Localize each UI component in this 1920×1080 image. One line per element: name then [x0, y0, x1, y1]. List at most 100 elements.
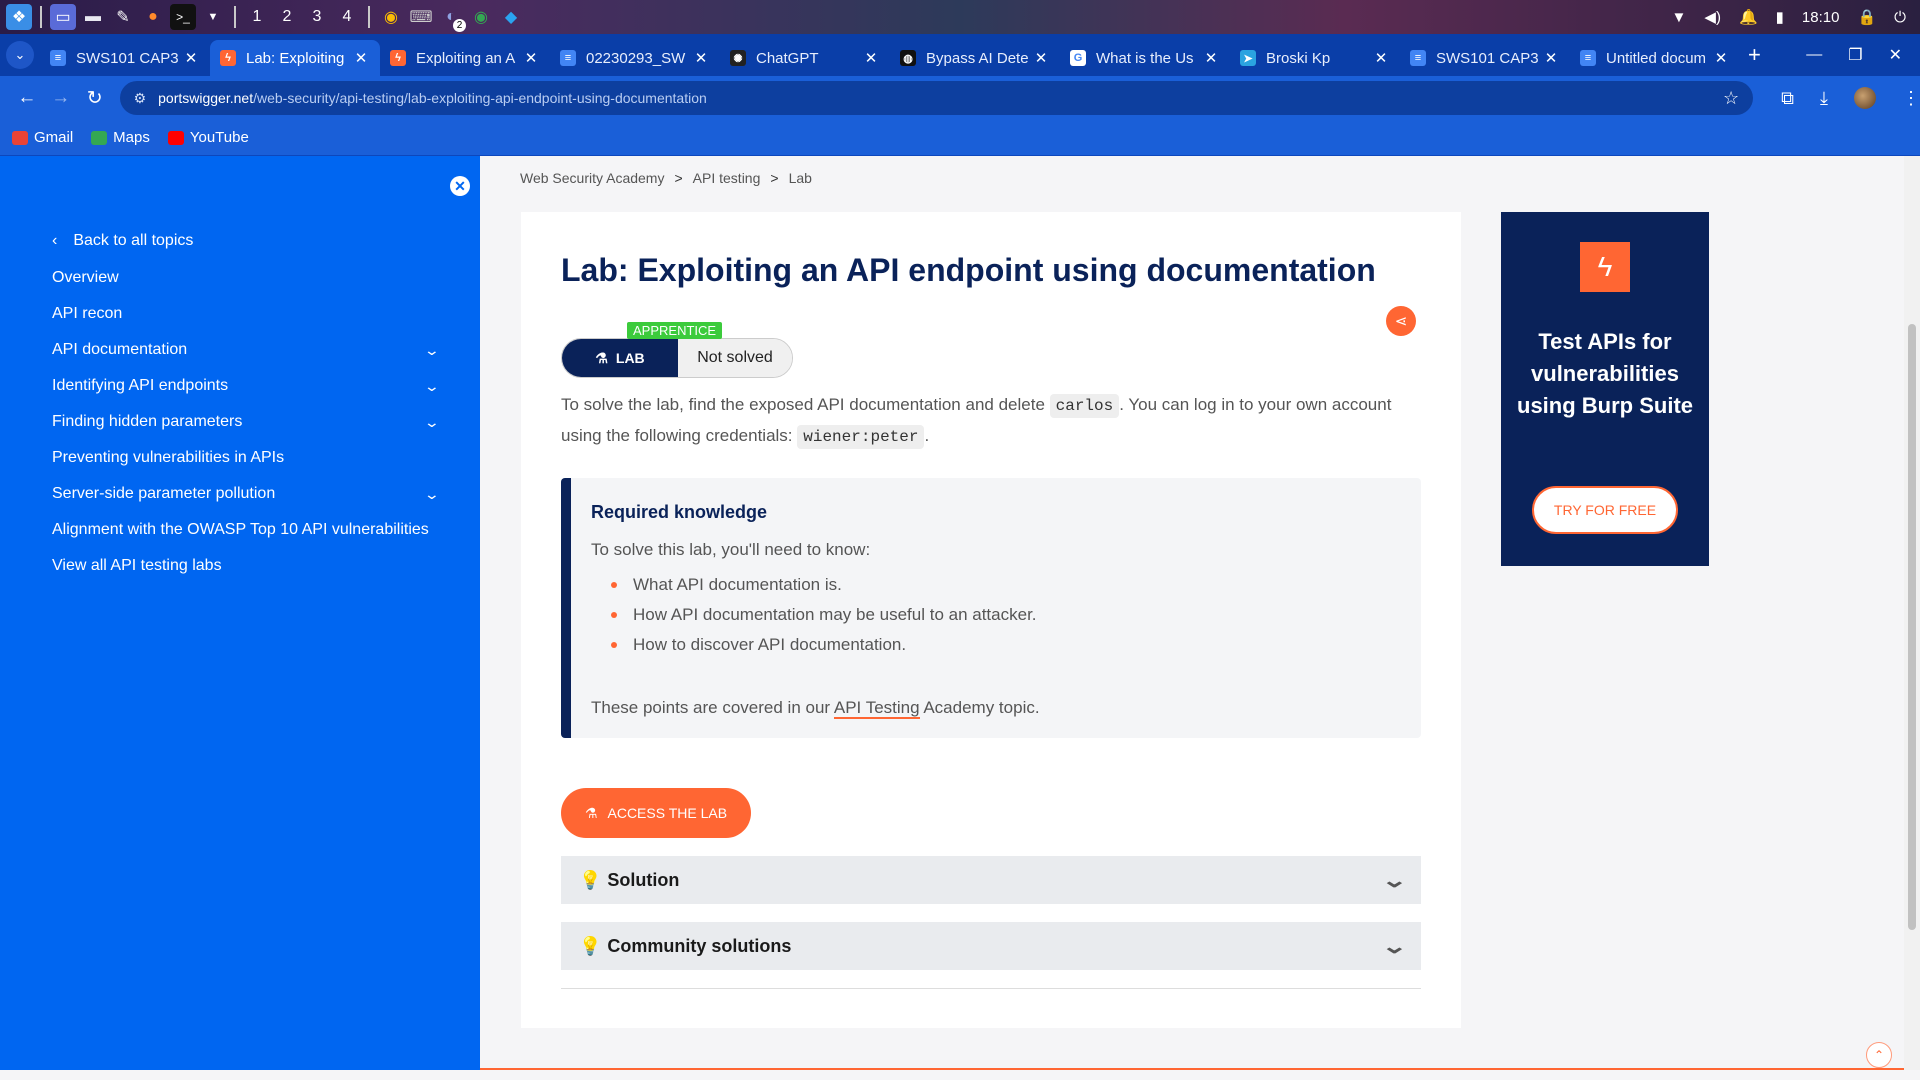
back-to-topics-link[interactable]: ‹ Back to all topics: [52, 232, 193, 250]
sidebar-item-label: Finding hidden parameters: [52, 413, 243, 430]
clock[interactable]: 18:10: [1802, 9, 1840, 26]
browser-tab[interactable]: ϟ Lab: Exploiting ✕: [210, 40, 380, 76]
chevron-down-icon[interactable]: ⌄: [424, 378, 440, 395]
firefox-icon[interactable]: ●: [140, 4, 166, 30]
wifi-icon[interactable]: ▼: [1672, 9, 1687, 26]
forward-arrow-icon[interactable]: →: [44, 81, 78, 115]
page-scrollbar[interactable]: [1904, 156, 1920, 1070]
sidebar-item[interactable]: Overview: [52, 260, 438, 296]
breadcrumb-item[interactable]: API testing: [693, 170, 761, 186]
close-icon[interactable]: ✕: [1032, 49, 1050, 67]
bookmark-maps[interactable]: Maps: [91, 129, 150, 146]
browser-tab[interactable]: ≡ SWS101 CAP3 ✕: [40, 40, 210, 76]
workspace-1[interactable]: 1: [242, 8, 272, 26]
sidebar-item-label: Server-side parameter pollution: [52, 485, 276, 502]
app-launcher-icon[interactable]: ❖: [6, 4, 32, 30]
scrollbar-thumb[interactable]: [1908, 324, 1916, 930]
bookmark-gmail[interactable]: Gmail: [12, 129, 73, 146]
text-editor-icon[interactable]: ✎: [110, 4, 136, 30]
lock-icon[interactable]: 🔒: [1857, 8, 1876, 26]
scroll-to-top-button[interactable]: ⌃: [1866, 1042, 1892, 1068]
star-icon[interactable]: ☆: [1723, 88, 1739, 109]
chevron-down-icon[interactable]: ⌄: [424, 342, 440, 359]
knowledge-footer: These points are covered in our API Test…: [591, 698, 1040, 719]
tab-search-button[interactable]: ⌄: [6, 41, 34, 69]
try-for-free-button[interactable]: TRY FOR FREE: [1532, 486, 1678, 534]
chevron-down-icon[interactable]: ⌄: [424, 486, 440, 503]
bookmark-youtube[interactable]: YouTube: [167, 129, 249, 146]
access-lab-button[interactable]: ⚗ ACCESS THE LAB: [561, 788, 751, 838]
sidebar-item[interactable]: Finding hidden parameters ⌄: [52, 404, 440, 440]
sidebar-item[interactable]: Preventing vulnerabilities in APIs: [52, 440, 438, 476]
api-testing-link[interactable]: API Testing: [833, 698, 920, 719]
chevron-down-icon[interactable]: ▼: [200, 4, 226, 30]
sidebar-item[interactable]: Identifying API endpoints ⌄: [52, 368, 440, 404]
chevron-down-icon[interactable]: ⌄: [424, 414, 440, 431]
close-icon[interactable]: ✕: [1889, 45, 1902, 65]
community-solutions-accordion[interactable]: 💡 Community solutions ⌄: [561, 922, 1421, 970]
close-icon[interactable]: ✕: [1542, 49, 1560, 67]
vscode-icon[interactable]: ◆: [498, 4, 524, 30]
restore-icon[interactable]: ❐: [1848, 45, 1862, 65]
workspace-3[interactable]: 3: [302, 8, 332, 26]
battery-icon[interactable]: ▮: [1776, 8, 1784, 26]
browser-tab[interactable]: ≡ SWS101 CAP3 ✕: [1400, 40, 1570, 76]
workspace-2[interactable]: 2: [272, 8, 302, 26]
browser-tab[interactable]: G What is the Us ✕: [1060, 40, 1230, 76]
sidebar-item-label: Alignment with the OWASP Top 10 API vuln…: [52, 521, 429, 538]
close-icon[interactable]: ✕: [1712, 49, 1730, 67]
sidebar-item[interactable]: Alignment with the OWASP Top 10 API vuln…: [52, 512, 438, 548]
new-tab-button[interactable]: +: [1748, 42, 1761, 68]
close-icon[interactable]: ✕: [522, 49, 540, 67]
file-manager-icon[interactable]: ▬: [80, 4, 106, 30]
terminal-icon[interactable]: >_: [170, 4, 196, 30]
volume-icon[interactable]: ◀): [1704, 8, 1721, 26]
divider: [561, 988, 1421, 989]
bookmark-label: Maps: [113, 129, 150, 146]
menu-kebab-icon[interactable]: ⋮: [1902, 88, 1920, 109]
chrome-icon[interactable]: ◉: [468, 4, 494, 30]
chrome-icon[interactable]: ◉: [378, 4, 404, 30]
site-settings-icon[interactable]: ⚙: [134, 90, 147, 107]
lab-type-badge: ⚗ LAB: [562, 339, 678, 377]
back-arrow-icon[interactable]: ←: [10, 81, 44, 115]
close-icon[interactable]: ✕: [862, 49, 880, 67]
share-icon[interactable]: ⋖: [1386, 306, 1416, 336]
minimize-icon[interactable]: —: [1806, 46, 1822, 64]
breadcrumb-item[interactable]: Lab: [789, 170, 812, 186]
discord-icon[interactable]: ◐ 2: [438, 4, 466, 32]
download-icon[interactable]: ⤓: [1820, 88, 1828, 109]
sidebar-item[interactable]: Server-side parameter pollution ⌄: [52, 476, 440, 512]
accordion-label: Solution: [607, 869, 680, 890]
reload-icon[interactable]: ↻: [78, 81, 112, 115]
browser-tab[interactable]: ✺ ChatGPT ✕: [720, 40, 890, 76]
browser-tab[interactable]: ≡ 02230293_SW ✕: [550, 40, 720, 76]
desktop-icon[interactable]: ▭: [50, 4, 76, 30]
sidebar-item[interactable]: View all API testing labs: [52, 548, 438, 584]
browser-tab[interactable]: ϟ Exploiting an A ✕: [380, 40, 550, 76]
bookmarks-bar: Gmail Maps YouTube: [0, 120, 1920, 156]
close-icon[interactable]: ✕: [182, 49, 200, 67]
browser-tab[interactable]: ➤ Broski Kp ✕: [1230, 40, 1400, 76]
close-icon[interactable]: ✕: [692, 49, 710, 67]
extensions-icon[interactable]: ⧉: [1781, 88, 1794, 109]
back-label: Back to all topics: [73, 232, 194, 249]
breadcrumb-item[interactable]: Web Security Academy: [520, 170, 664, 186]
avatar[interactable]: [1853, 87, 1876, 109]
sidebar-item-label: View all API testing labs: [52, 557, 222, 574]
close-sidebar-button[interactable]: ✕: [450, 176, 470, 196]
sidebar-item[interactable]: API documentation ⌄: [52, 332, 440, 368]
browser-tab[interactable]: ◍ Bypass AI Dete ✕: [890, 40, 1060, 76]
bell-icon[interactable]: 🔔: [1739, 8, 1758, 26]
solution-accordion[interactable]: 💡 Solution ⌄: [561, 856, 1421, 904]
toolbar-actions: ⧉ ⤓ ⋮: [1781, 87, 1920, 109]
browser-tab[interactable]: ≡ Untitled docum ✕: [1570, 40, 1740, 76]
sidebar-item[interactable]: API recon: [52, 296, 438, 332]
address-bar[interactable]: ⚙ portswigger.net/web-security/api-testi…: [119, 81, 1754, 115]
power-icon[interactable]: ⏻: [1894, 9, 1906, 26]
close-icon[interactable]: ✕: [352, 49, 370, 67]
close-icon[interactable]: ✕: [1202, 49, 1220, 67]
close-icon[interactable]: ✕: [1372, 49, 1390, 67]
workspace-4[interactable]: 4: [332, 8, 362, 26]
keyboard-icon[interactable]: ⌨: [408, 4, 434, 30]
